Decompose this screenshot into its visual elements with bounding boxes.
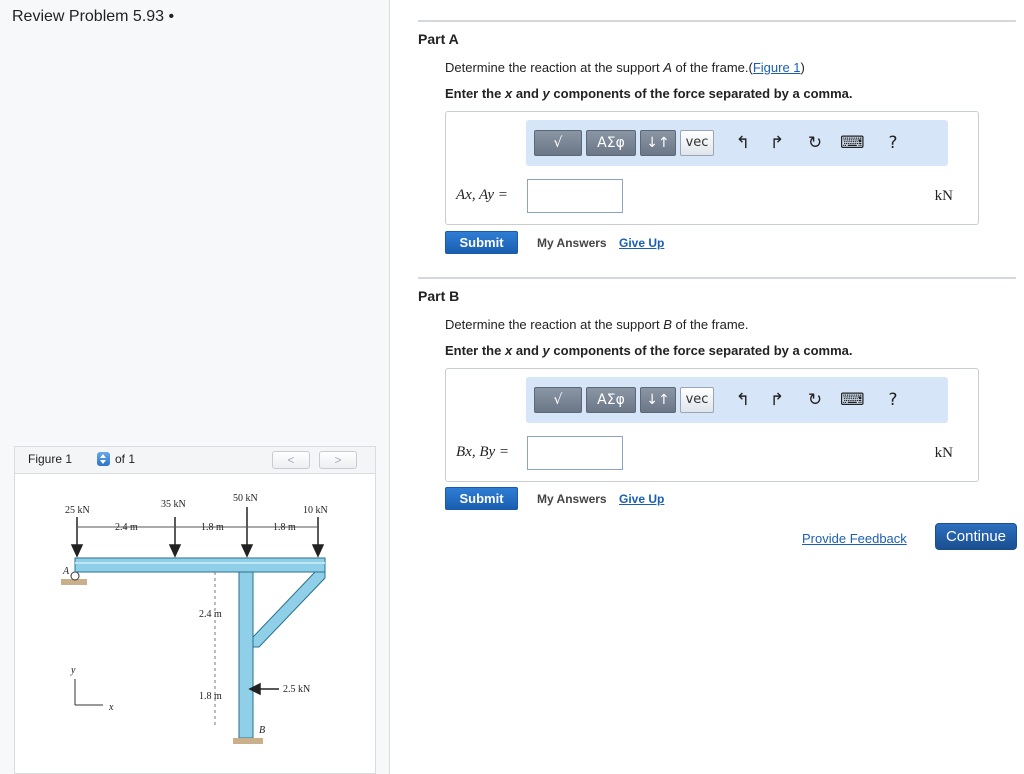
part-a-unit: kN <box>934 188 953 204</box>
template-button[interactable]: √ <box>534 130 582 156</box>
part-a-my-answers[interactable]: My Answers <box>537 236 607 250</box>
part-b-answer-label: Bx, By = <box>456 444 510 460</box>
figure-select-stepper[interactable] <box>97 452 110 466</box>
template-button[interactable]: √ <box>534 387 582 413</box>
redo-icon[interactable]: ↱ <box>766 132 788 154</box>
part-b-divider <box>418 277 1016 279</box>
subscript-button[interactable]: ↓↑ <box>640 387 676 413</box>
frame-figure: 25 kN 35 kN 50 kN 10 kN 2.4 m 1.8 m 1.8 … <box>61 493 328 744</box>
support-a-label: A <box>62 566 70 577</box>
next-figure-button[interactable]: > <box>319 451 357 469</box>
load-label-50: 50 kN <box>233 493 258 504</box>
part-b-answer-box: √ ΑΣφ ↓↑ vec ↰ ↱ ↻ ⌨ ? Bx, By = kN <box>445 368 979 482</box>
left-panel: Review Problem 5.93 • Figure 1 of 1 < > <box>0 0 390 774</box>
redo-icon[interactable]: ↱ <box>766 389 788 411</box>
part-b-give-up[interactable]: Give Up <box>619 492 664 506</box>
vector-button[interactable]: vec <box>680 387 714 413</box>
reset-icon[interactable]: ↻ <box>804 389 826 411</box>
dim-1-8-horizontal-a: 1.8 m <box>201 522 224 533</box>
part-b-submit-button[interactable]: Submit <box>445 487 518 510</box>
help-button[interactable]: ? <box>882 389 904 411</box>
figure-1-link[interactable]: Figure 1 <box>753 60 801 75</box>
part-b-math-toolbar: √ ΑΣφ ↓↑ vec ↰ ↱ ↻ ⌨ ? <box>526 377 948 423</box>
undo-icon[interactable]: ↰ <box>732 389 754 411</box>
keyboard-icon[interactable]: ⌨ <box>840 132 865 154</box>
diagonal-brace <box>252 571 326 648</box>
help-button[interactable]: ? <box>882 132 904 154</box>
side-load-label: 2.5 kN <box>283 684 310 695</box>
load-label-35: 35 kN <box>161 499 186 510</box>
part-a-prompt: Determine the reaction at the support A … <box>445 60 805 75</box>
prev-figure-button[interactable]: < <box>272 451 310 469</box>
part-a-answer-box: √ ΑΣφ ↓↑ vec ↰ ↱ ↻ ⌨ ? Ax, Ay = kN <box>445 111 979 225</box>
part-b-answer-input[interactable] <box>527 436 623 470</box>
dim-2-4-horizontal: 2.4 m <box>115 522 138 533</box>
load-label-10: 10 kN <box>303 505 328 516</box>
reset-icon[interactable]: ↻ <box>804 132 826 154</box>
page-title: Review Problem 5.93 • <box>12 8 175 25</box>
top-beam <box>74 557 326 573</box>
part-b-unit: kN <box>934 445 953 461</box>
figure-count: of 1 <box>115 452 136 466</box>
axis-x-label: x <box>108 702 114 713</box>
part-a-title: Part A <box>418 31 459 47</box>
part-a-submit-button[interactable]: Submit <box>445 231 518 254</box>
vector-button[interactable]: vec <box>680 130 714 156</box>
figure-label: Figure 1 <box>28 452 73 466</box>
part-b-prompt: Determine the reaction at the support B … <box>445 317 749 332</box>
dim-1-8-horizontal-b: 1.8 m <box>273 522 296 533</box>
part-a-answer-input[interactable] <box>527 179 623 213</box>
part-a-divider <box>418 20 1016 22</box>
support-a-pin <box>70 571 80 581</box>
part-a-math-toolbar: √ ΑΣφ ↓↑ vec ↰ ↱ ↻ ⌨ ? <box>526 120 948 166</box>
part-a-answer-label: Ax, Ay = <box>456 187 508 203</box>
keyboard-icon[interactable]: ⌨ <box>840 389 865 411</box>
part-b-my-answers[interactable]: My Answers <box>537 492 607 506</box>
provide-feedback-link[interactable]: Provide Feedback <box>802 531 907 546</box>
part-b-instruction: Enter the x and y components of the forc… <box>445 343 853 358</box>
figure-panel: Figure 1 of 1 < > 25 kN 35 kN 50 kN 10 k… <box>14 446 376 774</box>
part-b-title: Part B <box>418 288 460 304</box>
part-a-give-up[interactable]: Give Up <box>619 236 664 250</box>
figure-toolbar: Figure 1 of 1 < > <box>15 447 375 474</box>
greek-symbols-button[interactable]: ΑΣφ <box>586 130 636 156</box>
axis-y-label: y <box>70 665 76 676</box>
part-a-instruction: Enter the x and y components of the forc… <box>445 86 853 101</box>
support-b-label: B <box>259 725 265 736</box>
vertical-column <box>238 571 254 739</box>
load-label-25: 25 kN <box>65 505 90 516</box>
dim-1-8-vertical: 1.8 m <box>199 691 222 702</box>
undo-icon[interactable]: ↰ <box>732 132 754 154</box>
subscript-button[interactable]: ↓↑ <box>640 130 676 156</box>
continue-button[interactable]: Continue <box>935 523 1017 550</box>
dim-2-4-vertical: 2.4 m <box>199 609 222 620</box>
greek-symbols-button[interactable]: ΑΣφ <box>586 387 636 413</box>
support-b-ground <box>233 738 263 744</box>
